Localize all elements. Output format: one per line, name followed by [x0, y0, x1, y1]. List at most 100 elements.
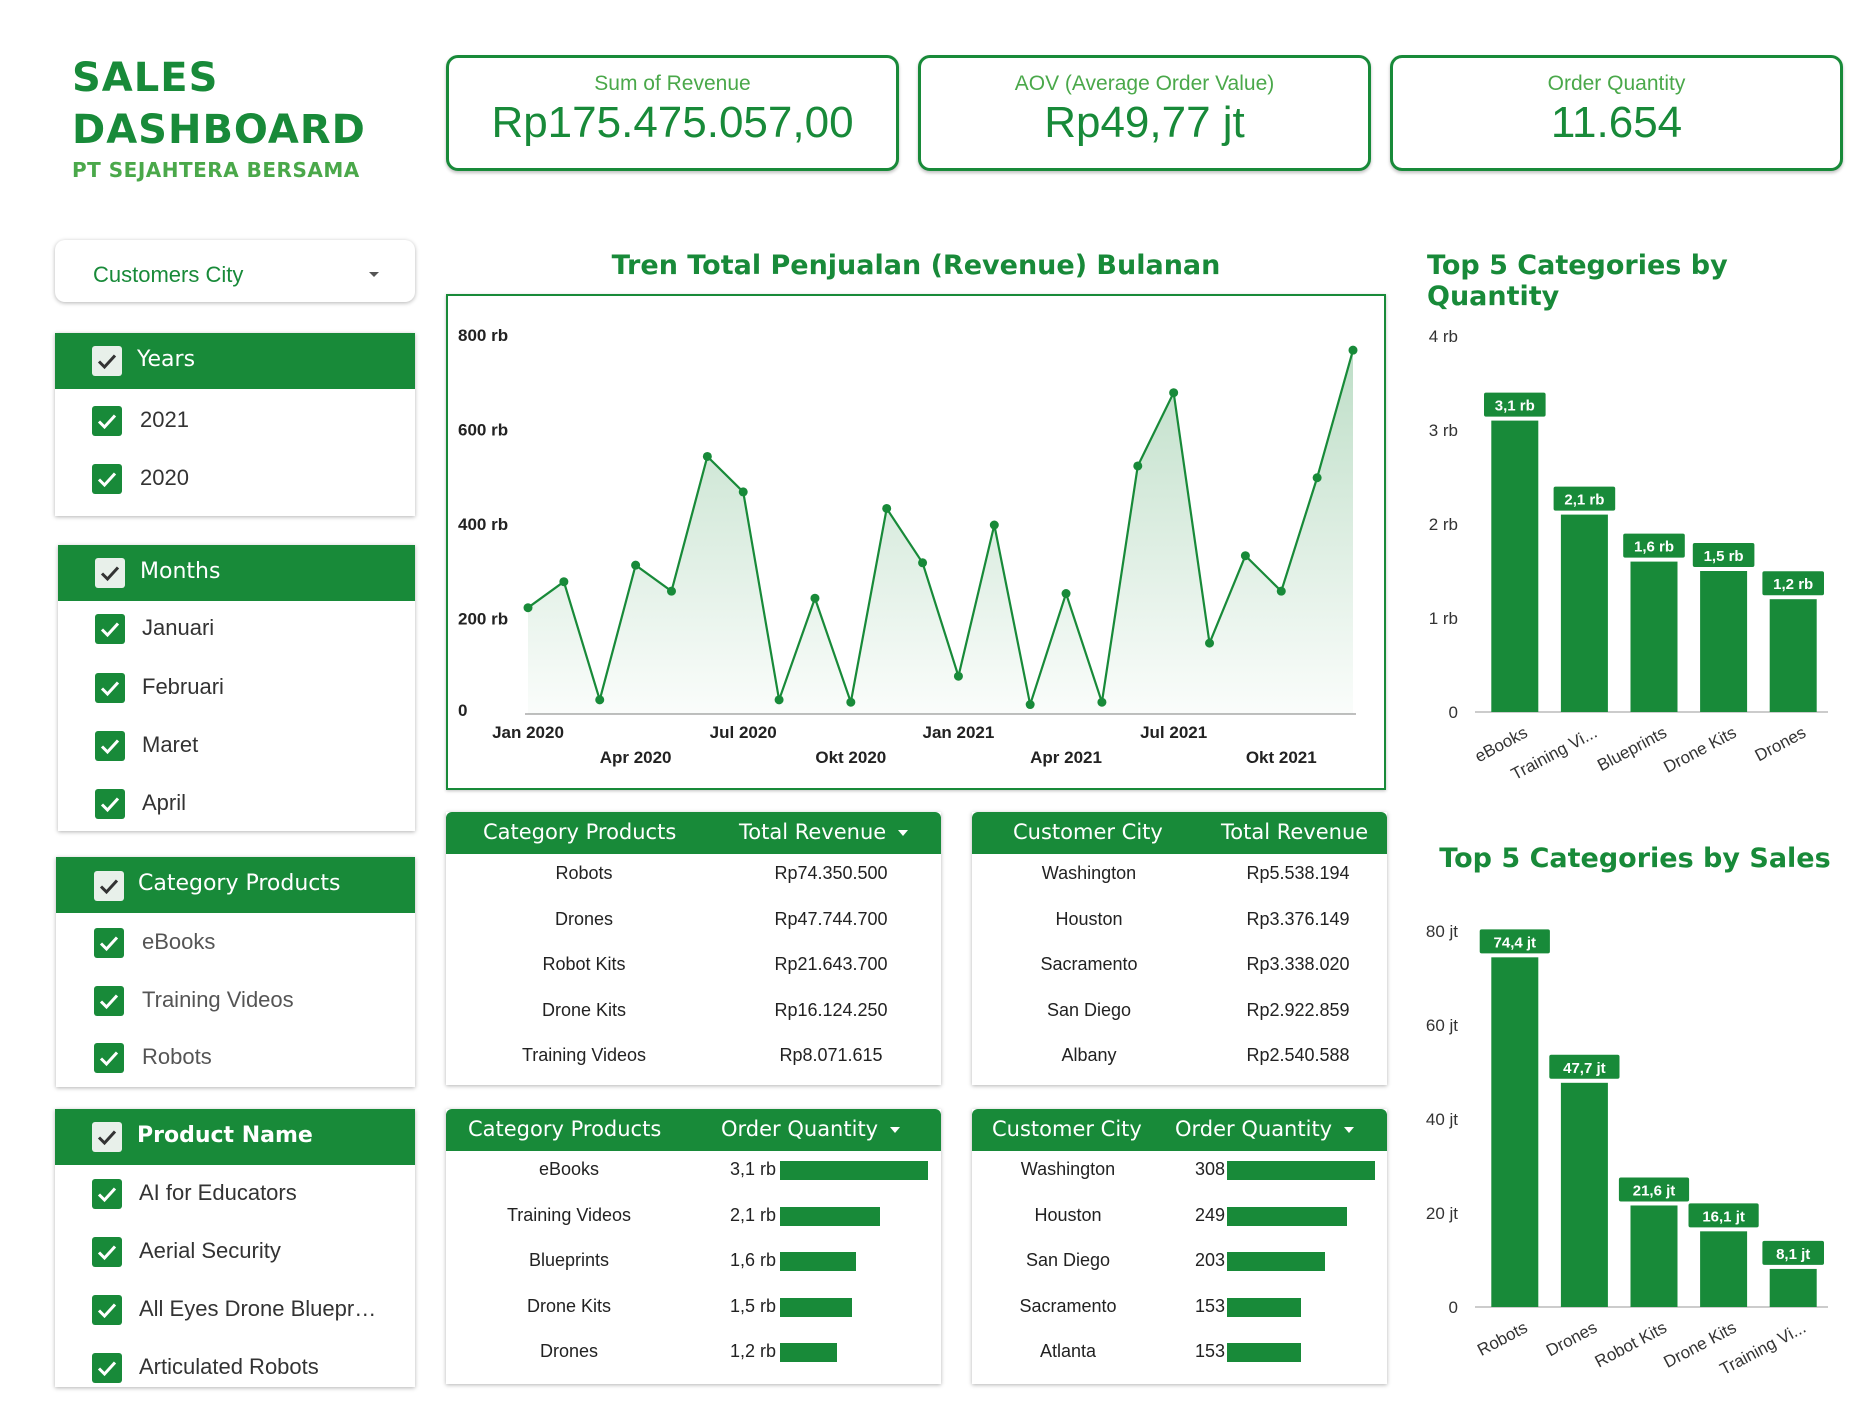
table-cell: San Diego — [1025, 1250, 1111, 1270]
checkbox-checked-icon[interactable] — [92, 1295, 122, 1325]
sales-chart-title: Top 5 Categories by Sales — [1439, 843, 1831, 874]
data-label: 1,5 rb — [1704, 548, 1744, 565]
filter-header[interactable]: Product Name — [55, 1109, 415, 1165]
column-header-label: Total Revenue — [739, 820, 887, 844]
filter-header[interactable]: Years — [55, 333, 415, 389]
table-cell: Drone Kits — [526, 1295, 612, 1316]
y-tick-label: 20 jt — [1426, 1204, 1458, 1223]
kpi-card-revenue: Sum of Revenue Rp175.475.057,00 — [446, 55, 899, 171]
table-bar — [1227, 1297, 1301, 1317]
data-label: 74,4 jt — [1494, 934, 1537, 951]
filter-option[interactable]: eBooks — [142, 929, 215, 955]
checkbox-checked-icon[interactable] — [92, 1179, 122, 1209]
table-cell: San Diego — [1046, 999, 1132, 1020]
y-tick-label: 2 rb — [1429, 515, 1458, 534]
column-header[interactable]: Total Revenue — [1221, 820, 1368, 844]
column-header[interactable]: Customer City — [992, 1117, 1142, 1141]
bar — [1560, 1082, 1608, 1307]
table-cell: Robot Kits — [542, 954, 626, 974]
checkbox-checked-icon[interactable] — [94, 928, 124, 958]
checkbox-checked-icon[interactable] — [95, 673, 125, 703]
category-revenue-table: Category Products Total Revenue Robots Rp… — [446, 812, 941, 1085]
column-header[interactable]: Category Products — [483, 820, 676, 844]
checkbox-checked-icon[interactable] — [92, 1122, 122, 1152]
filter-option[interactable]: AI for Educators — [139, 1180, 297, 1206]
y-tick-label: 60 jt — [1426, 1016, 1458, 1035]
filter-option[interactable]: Articulated Robots — [139, 1354, 319, 1380]
column-header-label: Order Quantity — [1175, 1117, 1333, 1141]
data-label: 21,6 jt — [1633, 1182, 1676, 1199]
data-label: 3,1 rb — [1495, 398, 1535, 415]
page-title-line2: DASHBOARD — [72, 107, 366, 153]
table-cell-value: Rp74.350.500 — [774, 863, 888, 883]
column-header-sorted[interactable]: Order Quantity — [721, 1117, 901, 1141]
filter-option[interactable]: 2021 — [140, 407, 189, 433]
table-bar — [780, 1252, 857, 1271]
filter-option[interactable]: April — [142, 790, 186, 816]
bar — [1769, 1268, 1817, 1307]
table-cell-value: Rp8.071.615 — [779, 1045, 883, 1065]
data-point — [1097, 697, 1107, 707]
dropdown-label: Customers City — [93, 262, 244, 287]
data-point — [774, 695, 784, 705]
checkbox-checked-icon[interactable] — [95, 789, 125, 819]
data-label: 8,1 jt — [1776, 1246, 1810, 1263]
checkbox-checked-icon[interactable] — [94, 1043, 124, 1073]
checkbox-checked-icon[interactable] — [92, 406, 122, 436]
y-tick-label: 1 rb — [1429, 609, 1458, 628]
filter-option[interactable]: Aerial Security — [139, 1238, 281, 1264]
data-point — [631, 560, 641, 570]
sort-desc-icon — [890, 1127, 901, 1133]
checkbox-checked-icon[interactable] — [95, 731, 125, 761]
sort-desc-icon — [898, 830, 909, 836]
filter-option[interactable]: 2020 — [140, 465, 189, 491]
checkbox-checked-icon[interactable] — [92, 1237, 122, 1267]
checkbox-checked-icon[interactable] — [95, 558, 125, 588]
table-header: Customer City Total Revenue — [972, 812, 1387, 854]
filter-option[interactable]: Februari — [142, 674, 224, 700]
column-header[interactable]: Category Products — [468, 1117, 661, 1141]
table-cell-value: 1,6 rb — [729, 1250, 776, 1270]
table-cell: Blueprints — [528, 1250, 610, 1270]
filter-option[interactable]: All Eyes Drone Bluepr… — [139, 1296, 376, 1322]
table-cell-value: 153 — [1194, 1295, 1225, 1316]
checkbox-checked-icon[interactable] — [92, 464, 122, 494]
data-point — [1169, 388, 1179, 398]
bar — [1700, 571, 1748, 712]
revenue-trend-chart: 0 200 rb 400 rb 600 rb 800 rb Jan 2020 Apr 202… — [446, 294, 1386, 790]
filter-option[interactable]: Training Videos — [142, 987, 294, 1013]
filter-option[interactable]: Januari — [142, 615, 214, 641]
filter-header[interactable]: Category Products — [56, 857, 415, 913]
data-point — [1025, 700, 1035, 710]
table-cell: Houston — [1055, 908, 1123, 929]
data-point — [989, 520, 999, 530]
filter-header[interactable]: Months — [58, 545, 415, 601]
area-fill — [528, 350, 1353, 714]
table-bar — [780, 1297, 852, 1317]
category-products-filter: Category Products eBooks Training Videos… — [56, 857, 415, 1087]
table-bar — [780, 1206, 881, 1226]
sort-desc-icon — [1344, 1127, 1355, 1133]
years-filter: Years 2021 2020 — [55, 333, 415, 516]
customers-city-dropdown[interactable]: Customers City — [55, 240, 415, 302]
checkbox-checked-icon[interactable] — [94, 871, 124, 901]
column-header-sorted[interactable]: Order Quantity — [1175, 1117, 1355, 1141]
months-filter: Months Januari Februari Maret April — [58, 545, 415, 831]
y-tick-label: 600 rb — [458, 421, 508, 440]
checkbox-checked-icon[interactable] — [94, 986, 124, 1016]
data-point — [1205, 638, 1215, 648]
checkbox-checked-icon[interactable] — [92, 346, 122, 376]
column-header[interactable]: Customer City — [1013, 820, 1163, 844]
filter-option[interactable]: Robots — [142, 1044, 212, 1070]
column-header-sorted[interactable]: Total Revenue — [739, 820, 909, 844]
table-cell-value: Rp16.124.250 — [774, 999, 888, 1020]
table-cell-value: Rp5.538.194 — [1246, 863, 1350, 883]
table-header: Customer City Order Quantity — [972, 1109, 1387, 1151]
table-cell-value: Rp3.338.020 — [1246, 954, 1350, 974]
data-point — [523, 603, 533, 613]
filter-option[interactable]: Maret — [142, 732, 198, 758]
checkbox-checked-icon[interactable] — [92, 1353, 122, 1383]
checkbox-checked-icon[interactable] — [95, 614, 125, 644]
data-point — [666, 586, 676, 596]
data-point — [1312, 473, 1322, 483]
